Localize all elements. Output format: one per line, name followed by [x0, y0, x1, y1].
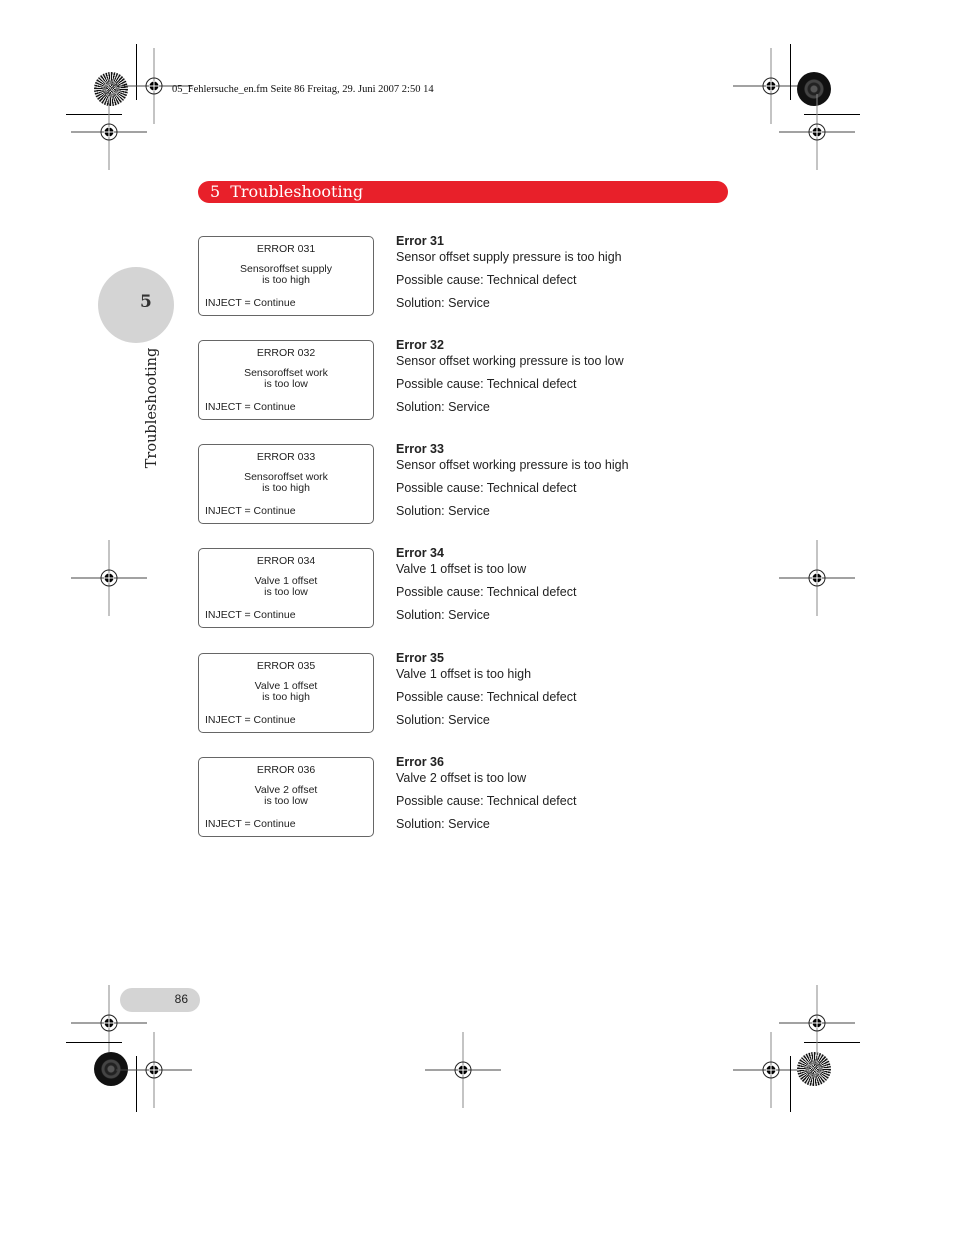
error-entry: ERROR 034 Valve 1 offset is too low INJE… [198, 546, 698, 630]
error-solution: Solution: Service [396, 296, 490, 310]
display-action: INJECT = Continue [205, 609, 296, 621]
error-solution: Solution: Service [396, 608, 490, 622]
display-error-code: ERROR 036 [256, 764, 316, 776]
error-entry: ERROR 031 Sensoroffset supply is too hig… [198, 234, 698, 318]
error-entry: ERROR 033 Sensoroffset work is too high … [198, 442, 698, 526]
registration-mark-icon [425, 1032, 501, 1108]
error-description: Error 34 Valve 1 offset is too low Possi… [396, 546, 696, 623]
error-cause: Possible cause: Technical defect [396, 481, 577, 495]
error-solution: Solution: Service [396, 817, 490, 831]
display-message: is too low [264, 795, 308, 807]
display-screen: ERROR 033 Sensoroffset work is too high … [198, 444, 374, 524]
display-action: INJECT = Continue [205, 505, 296, 517]
chapter-title-bar: 5 Troubleshooting [198, 181, 728, 203]
crop-mark [790, 44, 791, 100]
display-message: is too low [264, 586, 308, 598]
file-header-info: 05_Fehlersuche_en.fm Seite 86 Freitag, 2… [172, 84, 434, 95]
chapter-tab-number: 5 [140, 292, 152, 312]
display-screen: ERROR 036 Valve 2 offset is too low INJE… [198, 757, 374, 837]
error-cause: Possible cause: Technical defect [396, 377, 577, 391]
display-action: INJECT = Continue [205, 401, 296, 413]
error-description: Error 36 Valve 2 offset is too low Possi… [396, 755, 696, 832]
error-entry: ERROR 035 Valve 1 offset is too high INJ… [198, 651, 698, 735]
crop-mark [790, 1056, 791, 1112]
display-error-code: ERROR 035 [256, 660, 316, 672]
display-message: is too high [262, 274, 310, 286]
error-entry: ERROR 036 Valve 2 offset is too low INJE… [198, 755, 698, 839]
error-title: Error 36 [396, 755, 444, 769]
error-text: Valve 1 offset is too low [396, 562, 527, 576]
error-title: Error 34 [396, 546, 444, 560]
display-action: INJECT = Continue [205, 818, 296, 830]
error-text: Valve 1 offset is too high [396, 667, 532, 681]
display-message: is too high [262, 691, 310, 703]
crop-mark [66, 1042, 122, 1043]
display-message: is too low [264, 378, 308, 390]
chapter-title: Troubleshooting [230, 182, 364, 201]
error-solution: Solution: Service [396, 400, 490, 414]
page-number: 86 [120, 988, 200, 1012]
error-solution: Solution: Service [396, 504, 490, 518]
error-description: Error 35 Valve 1 offset is too high Poss… [396, 651, 696, 728]
error-text: Sensor offset working pressure is too hi… [396, 458, 629, 472]
display-error-code: ERROR 031 [256, 243, 316, 255]
display-message: is too high [262, 482, 310, 494]
display-screen: ERROR 031 Sensoroffset supply is too hig… [198, 236, 374, 316]
error-cause: Possible cause: Technical defect [396, 273, 577, 287]
error-title: Error 31 [396, 234, 444, 248]
error-text: Sensor offset working pressure is too lo… [396, 354, 624, 368]
registration-mark-icon [779, 94, 855, 170]
error-description: Error 33 Sensor offset working pressure … [396, 442, 696, 519]
chapter-tab [98, 267, 174, 343]
registration-mark-icon [71, 540, 147, 616]
error-description: Error 31 Sensor offset supply pressure i… [396, 234, 696, 311]
chapter-number: 5 [210, 182, 221, 201]
error-title: Error 33 [396, 442, 444, 456]
error-cause: Possible cause: Technical defect [396, 690, 577, 704]
display-screen: ERROR 034 Valve 1 offset is too low INJE… [198, 548, 374, 628]
chapter-side-label: Troubleshooting [144, 347, 160, 469]
error-cause: Possible cause: Technical defect [396, 794, 577, 808]
error-description: Error 32 Sensor offset working pressure … [396, 338, 696, 415]
display-error-code: ERROR 032 [256, 347, 316, 359]
display-screen: ERROR 032 Sensoroffset work is too low I… [198, 340, 374, 420]
error-solution: Solution: Service [396, 713, 490, 727]
error-title: Error 35 [396, 651, 444, 665]
error-text: Valve 2 offset is too low [396, 771, 527, 785]
display-action: INJECT = Continue [205, 714, 296, 726]
display-error-code: ERROR 034 [256, 555, 316, 567]
error-text: Sensor offset supply pressure is too hig… [396, 250, 622, 264]
error-title: Error 32 [396, 338, 444, 352]
display-screen: ERROR 035 Valve 1 offset is too high INJ… [198, 653, 374, 733]
display-error-code: ERROR 033 [256, 451, 316, 463]
registration-mark-icon [779, 985, 855, 1061]
error-entry: ERROR 032 Sensoroffset work is too low I… [198, 338, 698, 422]
error-cause: Possible cause: Technical defect [396, 585, 577, 599]
registration-mark-icon [116, 1032, 192, 1108]
registration-mark-icon [71, 94, 147, 170]
display-action: INJECT = Continue [205, 297, 296, 309]
registration-mark-icon [779, 540, 855, 616]
